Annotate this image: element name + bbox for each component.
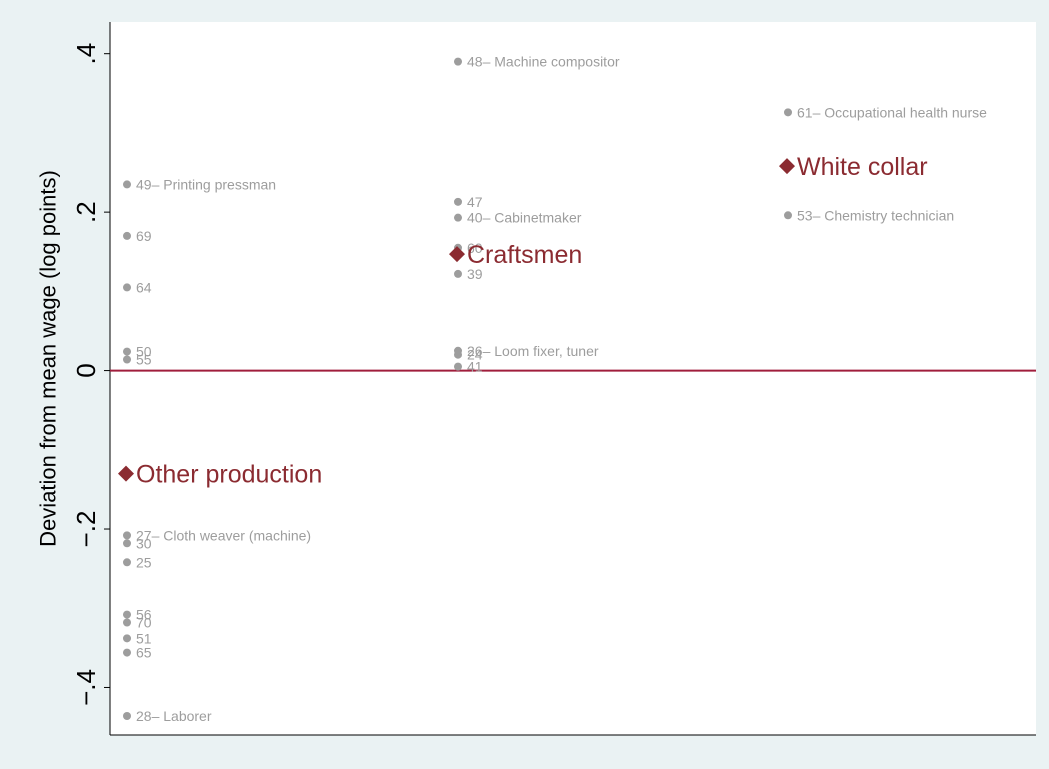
data-point	[123, 355, 131, 364]
plot-area	[110, 22, 1036, 735]
data-point	[123, 558, 131, 567]
data-point-label: 25	[136, 554, 152, 570]
data-point-label: 48– Machine compositor	[467, 54, 620, 70]
data-point	[784, 108, 792, 117]
data-point	[454, 362, 462, 371]
data-point-label: 26– Loom fixer, tuner	[467, 343, 599, 359]
data-point	[784, 211, 792, 220]
data-point	[454, 350, 462, 359]
y-tick-label: 0	[71, 363, 101, 377]
data-point	[454, 213, 462, 222]
data-point-label: 55	[136, 351, 152, 367]
data-point-label: 49– Printing pressman	[136, 176, 276, 192]
data-point-label: 69	[136, 228, 152, 244]
data-point	[123, 347, 131, 356]
data-point-label: 70	[136, 615, 152, 631]
data-point	[123, 539, 131, 548]
data-point-label: 27– Cloth weaver (machine)	[136, 527, 311, 543]
data-point	[123, 283, 131, 292]
data-point-label: 53– Chemistry technician	[797, 207, 954, 223]
data-point	[123, 231, 131, 240]
chart: .4.20−.2−.4 49– Printing pressman6964505…	[36, 22, 1036, 736]
data-point-label: 41	[467, 359, 483, 375]
data-point-label: 64	[136, 279, 152, 295]
data-point	[123, 618, 131, 627]
data-point	[454, 197, 462, 206]
y-tick-label: −.4	[71, 669, 101, 706]
y-tick-label: .4	[71, 43, 101, 65]
data-point-label: 47	[467, 194, 483, 210]
data-point-label: 40– Cabinetmaker	[467, 210, 582, 226]
group-label-other-production: Other production	[136, 461, 322, 489]
group-label-craftsmen: Craftsmen	[467, 241, 582, 269]
data-point-label: 61– Occupational health nurse	[797, 104, 987, 120]
data-point	[123, 711, 131, 720]
data-point-label: 30	[136, 535, 152, 551]
y-tick-label: .2	[71, 201, 101, 223]
data-point-label: 65	[136, 645, 152, 661]
data-point	[123, 648, 131, 657]
data-point	[454, 57, 462, 66]
group-label-white-collar: White collar	[797, 153, 928, 181]
data-point	[123, 180, 131, 189]
data-point	[454, 269, 462, 278]
data-point	[123, 531, 131, 540]
data-point	[123, 634, 131, 643]
data-point	[123, 610, 131, 619]
y-tick-label: −.2	[71, 511, 101, 548]
data-point-label: 28– Laborer	[136, 708, 212, 724]
y-axis-title: Deviation from mean wage (log points)	[36, 170, 61, 547]
